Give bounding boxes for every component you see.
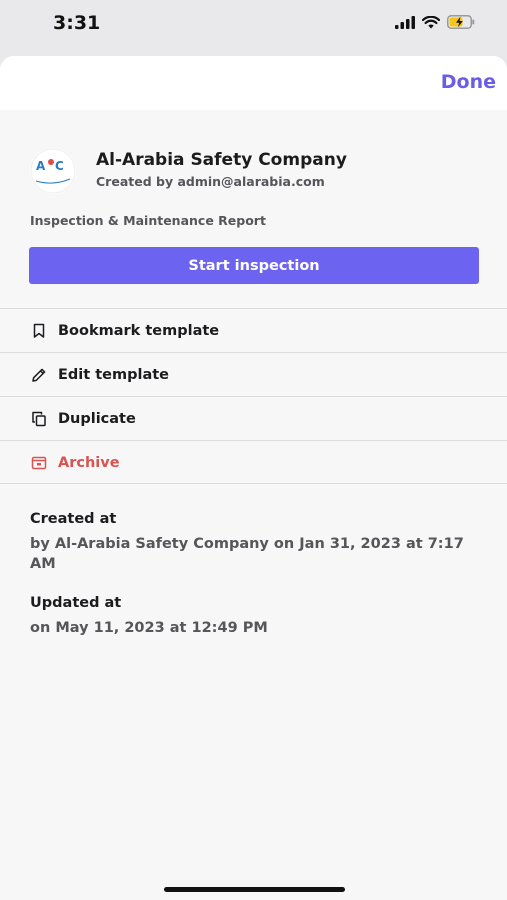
signal-icon [395,15,415,29]
company-name: Al-Arabia Safety Company [96,150,347,170]
bookmark-template-action[interactable]: Bookmark template [0,309,507,352]
company-logo-graphic: A C [30,148,76,194]
report-title: Inspection & Maintenance Report [30,213,266,228]
duplicate-label: Duplicate [58,410,136,427]
bookmark-icon [33,323,45,338]
company-logo-row: A C [30,148,76,194]
updated-at-value: on May 11, 2023 at 12:49 PM [30,620,268,636]
bookmark-template-label: Bookmark template [58,322,220,339]
status-icons [395,15,475,29]
created-at-value: by Al-Arabia Safety Company on Jan 31, 2… [30,536,464,572]
battery-charging-icon [447,15,475,29]
svg-text:C: C [55,159,64,173]
wifi-icon [422,15,440,28]
status-bar: 3:31 [0,0,507,56]
home-indicator [164,887,345,892]
duplicate-action[interactable]: Duplicate [0,397,507,440]
template-sheet: Done A C Al-Arabia Safety Company Create… [0,56,507,900]
start-inspection-button[interactable]: Start inspection [29,247,479,284]
pencil-icon [32,368,46,382]
updated-at-label: Updated at [30,595,122,611]
edit-template-action[interactable]: Edit template [0,353,507,396]
sheet-header: Done [0,56,507,110]
svg-text:A: A [36,159,46,173]
created-by-text: Created by admin@alarabia.com [96,174,325,189]
archive-label: Archive [58,454,120,471]
done-button[interactable]: Done [441,71,496,93]
company-logo: A C [30,148,76,194]
duplicate-icon [32,411,46,426]
created-at-label: Created at [30,511,117,527]
archive-icon [31,456,47,469]
archive-action[interactable]: Archive [0,441,507,484]
status-time: 3:31 [53,12,101,34]
divider [0,483,507,484]
edit-template-label: Edit template [58,366,170,383]
